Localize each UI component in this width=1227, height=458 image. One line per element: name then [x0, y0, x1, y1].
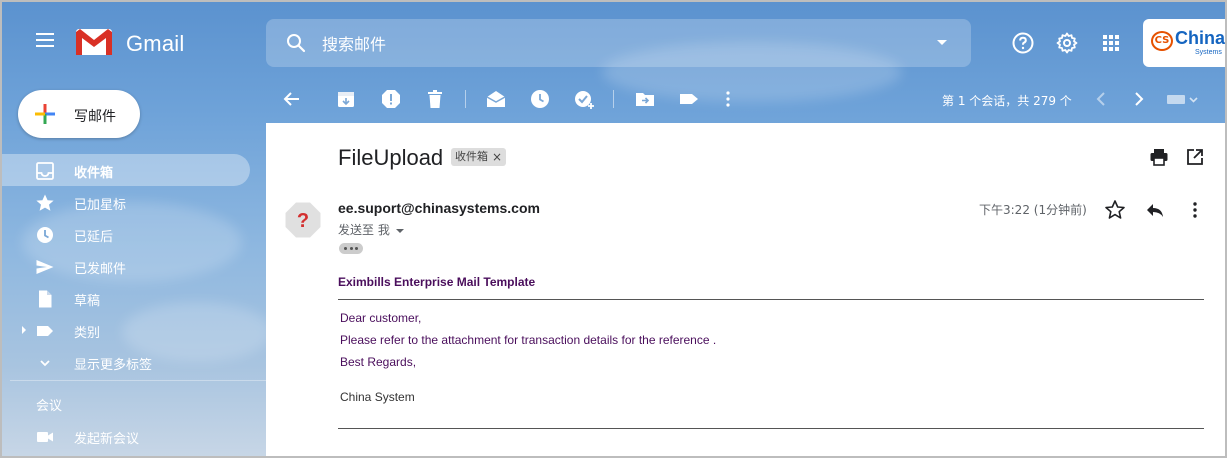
menu-icon-bar — [36, 33, 54, 35]
chevron-down-icon — [40, 360, 50, 367]
template-title: Eximbills Enterprise Mail Template — [338, 275, 536, 289]
videocam-icon — [37, 432, 53, 442]
sidebar-item-label: 收件箱 — [74, 166, 114, 181]
move-to-folder-icon[interactable] — [634, 88, 656, 110]
message-pane: FileUpload 收件箱 × ? ee.suport@chinasystem… — [266, 123, 1225, 456]
brand-name: China — [1175, 28, 1226, 48]
organization-logo[interactable]: CS China Systems — [1143, 19, 1226, 67]
sidebar-item-label: 已加星标 — [74, 198, 127, 213]
body-greeting: Dear customer, — [340, 311, 422, 325]
search-options-caret-icon[interactable] — [937, 40, 947, 45]
help-icon[interactable] — [1011, 31, 1035, 55]
remove-label-icon[interactable]: × — [492, 148, 502, 166]
message-time: 下午3:22 (1分钟前) — [979, 203, 1087, 217]
sidebar-item-label: 类别 — [74, 326, 101, 341]
toolbar-divider — [465, 90, 466, 108]
snooze-clock-icon[interactable] — [529, 88, 551, 110]
report-spam-icon[interactable] — [380, 88, 402, 110]
search-input[interactable] — [322, 33, 922, 55]
draft-icon — [39, 290, 52, 308]
template-bottom-rule — [338, 428, 1204, 429]
menu-icon-bar — [36, 39, 54, 41]
sidebar-item-label: 显示更多标签 — [74, 358, 153, 373]
sidebar-item-new-meeting[interactable]: 发起新会议 — [2, 420, 250, 452]
label-chip-text: 收件箱 — [455, 150, 488, 163]
brand-sub: Systems — [1195, 49, 1222, 56]
template-top-rule — [338, 299, 1204, 300]
more-vert-icon[interactable] — [717, 88, 739, 110]
search-icon[interactable] — [284, 31, 308, 55]
recipient-line[interactable]: 发送至 我 — [338, 221, 404, 238]
print-icon[interactable] — [1149, 147, 1169, 167]
open-in-new-window-icon[interactable] — [1185, 147, 1205, 167]
sidebar-item-label: 草稿 — [74, 294, 101, 309]
sidebar-divider — [10, 380, 266, 381]
star-icon — [36, 194, 54, 211]
delete-icon[interactable] — [424, 88, 446, 110]
compose-label: 写邮件 — [74, 109, 116, 125]
sidebar-item-label: 已发邮件 — [74, 262, 127, 277]
dot — [349, 247, 353, 250]
search-bar[interactable] — [266, 19, 971, 67]
sidebar-item-label: 已延后 — [74, 230, 114, 245]
body-line: Please refer to the attachment for trans… — [340, 333, 717, 347]
label-icon — [37, 326, 53, 336]
sender-email[interactable]: ee.suport@chinasystems.com — [338, 200, 540, 216]
body-closing: Best Regards, — [340, 355, 417, 369]
sender-avatar-icon[interactable]: ? — [284, 201, 322, 239]
expand-arrow-icon[interactable] — [22, 326, 26, 334]
star-outline-icon[interactable] — [1104, 199, 1126, 221]
mark-unread-icon[interactable] — [485, 88, 507, 110]
plus-icon — [35, 104, 55, 124]
add-task-icon[interactable] — [573, 88, 595, 110]
prev-conversation-icon[interactable] — [1090, 88, 1112, 110]
sidebar-item-drafts[interactable]: 草稿 — [2, 282, 250, 314]
sidebar-item-inbox[interactable]: 收件箱 — [2, 154, 250, 186]
show-details-caret-icon[interactable] — [395, 228, 404, 233]
sidebar-item-starred[interactable]: 已加星标 — [2, 186, 250, 218]
clock-icon — [37, 227, 53, 243]
dot — [344, 247, 347, 250]
show-trimmed-content-button[interactable] — [339, 243, 363, 254]
compose-button[interactable]: 写邮件 — [18, 90, 140, 138]
sidebar-item-label: 发起新会议 — [74, 432, 140, 447]
archive-icon[interactable] — [335, 88, 357, 110]
cs-badge-icon: CS — [1151, 31, 1173, 51]
label-as-icon[interactable] — [678, 88, 700, 110]
apps-grid-icon[interactable] — [1099, 31, 1123, 55]
send-icon — [36, 260, 54, 274]
app-name: Gmail — [126, 31, 185, 56]
dot — [355, 247, 358, 250]
back-arrow-icon[interactable] — [281, 88, 303, 110]
sidebar-item-more-labels[interactable]: 显示更多标签 — [2, 346, 250, 378]
svg-text:?: ? — [297, 210, 309, 232]
gear-icon[interactable] — [1055, 31, 1079, 55]
next-conversation-icon[interactable] — [1128, 88, 1150, 110]
gmail-window: Gmail CS China — [0, 0, 1227, 458]
top-header: Gmail CS China — [2, 2, 1226, 82]
reply-icon[interactable] — [1144, 199, 1166, 221]
body-signature: China System — [340, 390, 415, 404]
toolbar-divider — [613, 90, 614, 108]
recipient-text: 发送至 我 — [338, 223, 390, 237]
conversation-count: 第 1 个会话，共 279 个 — [942, 94, 1072, 108]
meet-section-title: 会议 — [36, 399, 63, 414]
more-vert-icon[interactable] — [1184, 199, 1206, 221]
sidebar-item-categories[interactable]: 类别 — [2, 314, 250, 346]
keyboard-input-icon[interactable] — [1166, 88, 1202, 110]
main-menu-button[interactable] — [30, 29, 62, 57]
gmail-logo-icon[interactable] — [75, 27, 113, 57]
message-subject: FileUpload — [338, 145, 444, 170]
menu-icon-bar — [36, 45, 54, 47]
sidebar-nav: 收件箱 已加星标 已延后 已发邮件 草稿 类别 显示更多标签 — [2, 154, 262, 378]
inbox-label-chip[interactable]: 收件箱 × — [451, 148, 506, 166]
sidebar-item-sent[interactable]: 已发邮件 — [2, 250, 250, 282]
sidebar-item-snoozed[interactable]: 已延后 — [2, 218, 250, 250]
inbox-icon — [36, 162, 54, 180]
